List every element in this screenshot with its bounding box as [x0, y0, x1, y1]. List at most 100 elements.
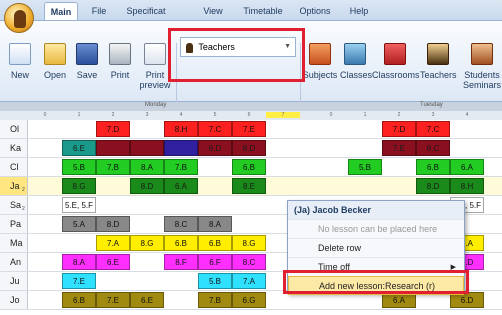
lesson-cell[interactable]: 8.F — [164, 254, 198, 270]
seminars-label: Seminars — [462, 80, 501, 90]
classes-label: Classes — [340, 70, 373, 80]
tab-timetable[interactable]: Timetable — [238, 2, 288, 20]
application-menu-button[interactable] — [4, 3, 34, 33]
lesson-cell[interactable]: 7.B — [96, 159, 130, 175]
lesson-cell[interactable]: 6.B — [164, 235, 198, 251]
lesson-cell[interactable]: 6.E — [130, 292, 164, 308]
period-number: 7 — [266, 112, 300, 118]
lesson-cell[interactable]: 8.D — [130, 178, 164, 194]
teacher-row[interactable]: Cl 5.B 7.B 8.A 7.B 6.B 5.B 6.B 6.A — [0, 158, 502, 177]
teacher-row-label[interactable]: Ma — [0, 234, 28, 252]
open-button[interactable]: Open — [40, 43, 70, 80]
tab-specifications[interactable]: Specificat — [124, 2, 168, 20]
ribbon-panel: New Open Save Print Print preview Subjec… — [0, 20, 502, 117]
lesson-cell[interactable]: 7.B — [198, 292, 232, 308]
lesson-cell[interactable]: 7.A — [96, 235, 130, 251]
tab-view[interactable]: View — [198, 2, 228, 20]
tab-main[interactable]: Main — [44, 2, 78, 21]
day-header-monday: Monday — [145, 102, 167, 108]
ribbon-tab-strip: Main File Specificat View Timetable Opti… — [0, 0, 502, 21]
new-label: New — [10, 70, 29, 80]
lesson-cell[interactable]: 7.E — [232, 121, 266, 137]
lesson-cell[interactable] — [96, 140, 130, 156]
lesson-cell[interactable]: 8.E — [232, 178, 266, 194]
menu-item-time-off[interactable]: Time off ▶ — [288, 257, 464, 276]
teacher-row-label[interactable]: Jo — [0, 291, 28, 309]
classes-button[interactable]: Classes — [340, 43, 373, 80]
lesson-cell[interactable]: 7.B — [164, 159, 198, 175]
lesson-cell[interactable]: 6.F — [198, 254, 232, 270]
print-preview-button[interactable]: Print preview — [138, 43, 172, 90]
lesson-cell[interactable]: 7.C — [198, 121, 232, 137]
lesson-cell[interactable]: 7.E — [382, 140, 416, 156]
lesson-cell[interactable] — [130, 140, 164, 156]
lesson-cell[interactable]: 5.B — [62, 159, 96, 175]
lesson-cell[interactable]: 6.A — [164, 178, 198, 194]
subjects-button[interactable]: Subjects — [302, 43, 338, 80]
teacher-row-label[interactable]: Pa — [0, 215, 28, 233]
lesson-cell[interactable]: 5.A — [62, 216, 96, 232]
save-button[interactable]: Save — [74, 43, 100, 80]
lesson-cell[interactable]: 5.B — [198, 273, 232, 289]
lesson-cell[interactable]: 7.E — [96, 292, 130, 308]
lesson-cell[interactable]: 8.C — [164, 216, 198, 232]
lesson-cell[interactable]: 8.C — [232, 254, 266, 270]
view-selector-combo[interactable]: Teachers ▼ — [180, 37, 296, 57]
tab-options[interactable]: Options — [296, 2, 334, 20]
lesson-cell[interactable]: 6.E — [62, 140, 96, 156]
lesson-cell[interactable]: 6.B — [232, 159, 266, 175]
teachers-button[interactable]: Teachers — [420, 43, 457, 80]
lesson-cell[interactable]: 6.B — [198, 235, 232, 251]
print-preview-label-line2: preview — [139, 80, 171, 90]
lesson-cell[interactable]: 6.B — [62, 292, 96, 308]
students-seminars-button[interactable]: Students Seminars — [462, 43, 502, 90]
menu-item-delete-row[interactable]: Delete row — [288, 238, 464, 257]
lesson-cell[interactable]: 8.H — [450, 178, 484, 194]
teacher-row-label[interactable]: Ju — [0, 272, 28, 290]
lesson-cell[interactable]: 6.D — [198, 140, 232, 156]
classrooms-button[interactable]: Classrooms — [372, 43, 420, 80]
lesson-cell[interactable]: 8.G — [130, 235, 164, 251]
print-preview-label-line1: Print — [145, 70, 165, 80]
lesson-cell[interactable]: 8.A — [198, 216, 232, 232]
lesson-cell[interactable]: 8.D — [96, 216, 130, 232]
lesson-cell[interactable]: 6.C — [416, 140, 450, 156]
lesson-cell[interactable] — [164, 140, 198, 156]
teacher-row-sub: 2 — [22, 187, 25, 193]
lesson-cell[interactable]: 7.D — [96, 121, 130, 137]
new-button[interactable]: New — [8, 43, 32, 80]
teacher-small-icon — [186, 42, 193, 53]
teacher-row[interactable]: Ja 2 8.G 8.D 6.A 8.E 8.D 8.H — [0, 177, 502, 196]
lesson-cell[interactable]: 8.A — [130, 159, 164, 175]
teacher-row[interactable]: Ol 7.D 8.H 7.C 7.E 7.D 7.C — [0, 120, 502, 139]
menu-item-time-off-label: Time off — [318, 262, 351, 272]
lesson-cell[interactable]: 5.B — [348, 159, 382, 175]
teacher-row-label[interactable]: Cl — [0, 158, 28, 176]
teacher-row-label[interactable]: An — [0, 253, 28, 271]
lesson-cell[interactable]: 6.E — [96, 254, 130, 270]
chevron-down-icon[interactable]: ▼ — [284, 38, 291, 56]
lesson-cell[interactable]: 8.A — [62, 254, 96, 270]
lesson-cell[interactable]: 7.D — [382, 121, 416, 137]
print-button[interactable]: Print — [106, 43, 134, 80]
person-icon — [14, 10, 26, 28]
lesson-cell[interactable]: 8.D — [232, 140, 266, 156]
lesson-cell[interactable]: 8.D — [416, 178, 450, 194]
teacher-row-label[interactable]: Ka — [0, 139, 28, 157]
lesson-cell[interactable]: 6.G — [232, 292, 266, 308]
lesson-cell[interactable]: 7.E — [62, 273, 96, 289]
teacher-row-label[interactable]: Ol — [0, 120, 28, 138]
period-number: 0 — [43, 112, 47, 118]
lesson-cell[interactable]: 8.G — [62, 178, 96, 194]
lesson-cell[interactable]: 8.H — [164, 121, 198, 137]
lesson-cell[interactable]: 5.E, 5.F — [62, 197, 96, 213]
lesson-cell[interactable]: 8.G — [232, 235, 266, 251]
lesson-cell[interactable]: 7.C — [416, 121, 450, 137]
lesson-cell[interactable]: 6.B — [416, 159, 450, 175]
menu-item-add-new-lesson[interactable]: Add new lesson:Research (r) — [288, 276, 464, 295]
teacher-row[interactable]: Ka 6.E 6.D 8.D 7.E 6.C — [0, 139, 502, 158]
tab-file[interactable]: File — [84, 2, 114, 20]
lesson-cell[interactable]: 6.A — [450, 159, 484, 175]
tab-help[interactable]: Help — [344, 2, 374, 20]
lesson-cell[interactable]: 7.A — [232, 273, 266, 289]
